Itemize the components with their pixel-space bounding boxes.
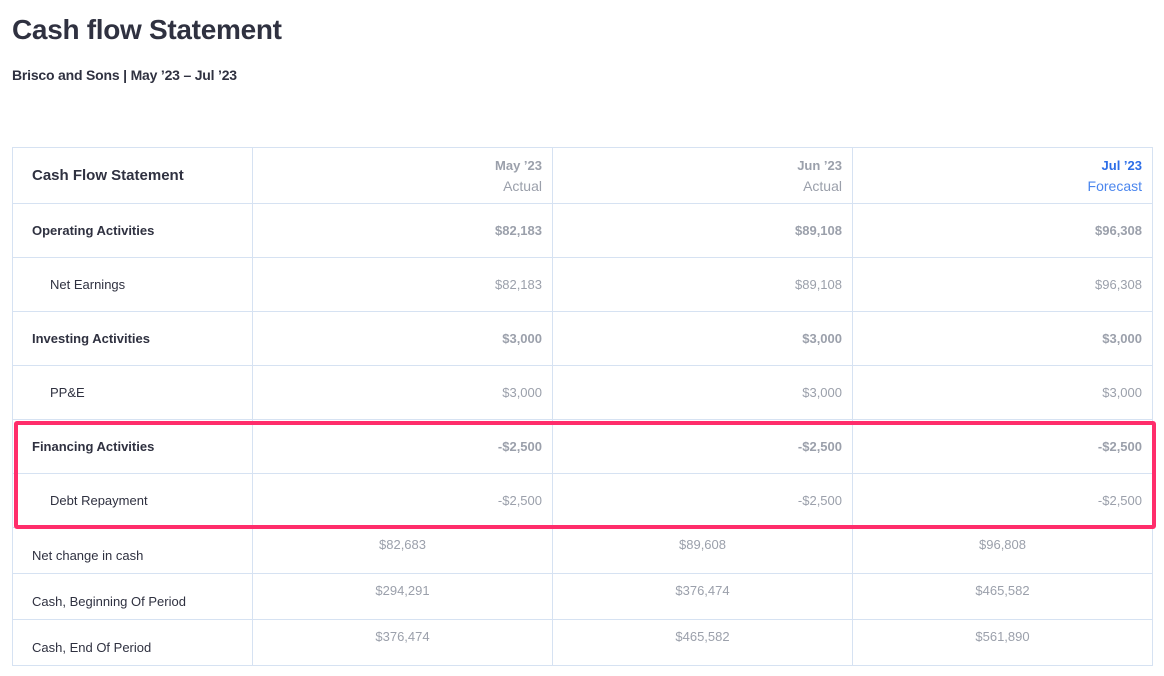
header-col-jul[interactable]: Jul ’23 Forecast: [852, 147, 1153, 204]
row-value: -$2,500: [252, 473, 553, 528]
row-label: Financing Activities: [12, 419, 253, 474]
row-label: Investing Activities: [12, 311, 253, 366]
table-row-cash-end[interactable]: Cash, End Of Period $376,474 $465,582 $5…: [12, 619, 1153, 666]
row-value: -$2,500: [852, 419, 1153, 474]
row-value: $3,000: [852, 365, 1153, 420]
row-label: Cash, Beginning Of Period: [12, 573, 253, 620]
row-label: Cash, End Of Period: [12, 619, 253, 666]
row-value: $3,000: [852, 311, 1153, 366]
table-row-cash-beginning[interactable]: Cash, Beginning Of Period $294,291 $376,…: [12, 573, 1153, 620]
header-month: May ’23: [495, 157, 542, 173]
row-value: $96,808: [852, 527, 1153, 574]
header-col-may[interactable]: May ’23 Actual: [252, 147, 553, 204]
row-value: -$2,500: [252, 419, 553, 474]
header-month: Jun ’23: [797, 157, 842, 173]
row-value: -$2,500: [852, 473, 1153, 528]
row-value: $465,582: [852, 573, 1153, 620]
row-value: $294,291: [252, 573, 553, 620]
table-row-ppe[interactable]: PP&E $3,000 $3,000 $3,000: [12, 365, 1153, 420]
table-row-operating-activities[interactable]: Operating Activities $82,183 $89,108 $96…: [12, 203, 1153, 258]
cash-flow-table: Cash Flow Statement May ’23 Actual Jun ’…: [12, 147, 1153, 666]
row-value: -$2,500: [552, 473, 853, 528]
row-value: $96,308: [852, 203, 1153, 258]
row-label: Net Earnings: [12, 257, 253, 312]
header-col-jun[interactable]: Jun ’23 Actual: [552, 147, 853, 204]
row-label: Debt Repayment: [12, 473, 253, 528]
row-value: $96,308: [852, 257, 1153, 312]
page-subtitle: Brisco and Sons | May ’23 – Jul ’23: [12, 67, 237, 83]
row-value: $376,474: [252, 619, 553, 666]
row-value: $376,474: [552, 573, 853, 620]
table-row-financing-activities[interactable]: Financing Activities -$2,500 -$2,500 -$2…: [12, 419, 1153, 474]
header-type: Forecast: [1087, 177, 1142, 194]
row-value: $89,108: [552, 203, 853, 258]
row-value: $561,890: [852, 619, 1153, 666]
row-value: $82,183: [252, 257, 553, 312]
row-value: $3,000: [552, 365, 853, 420]
row-label: Operating Activities: [12, 203, 253, 258]
table-row-debt-repayment[interactable]: Debt Repayment -$2,500 -$2,500 -$2,500: [12, 473, 1153, 528]
row-value: $465,582: [552, 619, 853, 666]
row-label: PP&E: [12, 365, 253, 420]
row-value: $82,183: [252, 203, 553, 258]
table-header-row: Cash Flow Statement May ’23 Actual Jun ’…: [12, 147, 1153, 204]
table-row-investing-activities[interactable]: Investing Activities $3,000 $3,000 $3,00…: [12, 311, 1153, 366]
header-type: Actual: [803, 177, 842, 194]
table-row-net-earnings[interactable]: Net Earnings $82,183 $89,108 $96,308: [12, 257, 1153, 312]
header-label: Cash Flow Statement: [12, 147, 253, 204]
row-value: $89,608: [552, 527, 853, 574]
header-month: Jul ’23: [1101, 157, 1142, 173]
page-title: Cash flow Statement: [12, 14, 282, 45]
row-value: $3,000: [252, 365, 553, 420]
header-type: Actual: [503, 177, 542, 194]
row-value: -$2,500: [552, 419, 853, 474]
row-value: $89,108: [552, 257, 853, 312]
row-value: $3,000: [552, 311, 853, 366]
row-value: $3,000: [252, 311, 553, 366]
row-label: Net change in cash: [12, 527, 253, 574]
row-value: $82,683: [252, 527, 553, 574]
table-row-net-change-in-cash[interactable]: Net change in cash $82,683 $89,608 $96,8…: [12, 527, 1153, 574]
